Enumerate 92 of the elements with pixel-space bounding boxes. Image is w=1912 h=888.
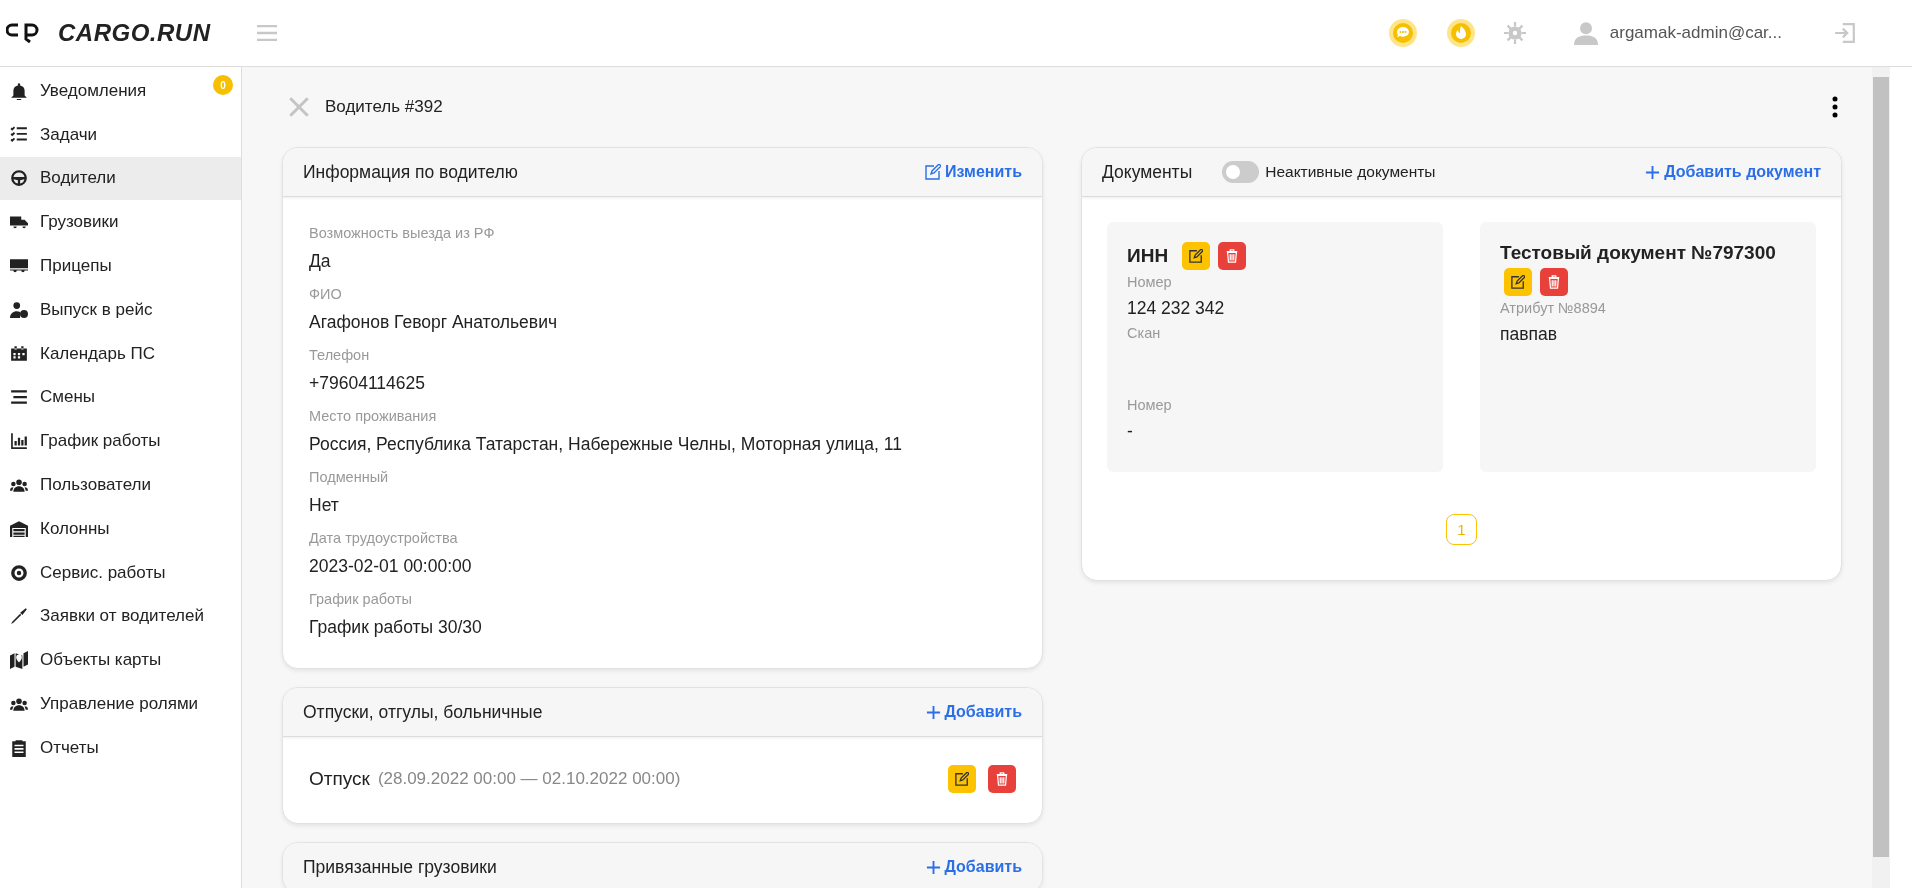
field-value: Нет (309, 495, 340, 516)
scrollbar[interactable] (1872, 67, 1890, 888)
users-icon (10, 695, 28, 714)
user-email[interactable]: argamak-admin@car... (1609, 23, 1782, 43)
sidebar-item[interactable]: Смены (0, 375, 241, 420)
edit-link[interactable]: Изменить (925, 163, 1022, 181)
absence-period: (28.09.2022 00:00 — 02.10.2022 00:00) (377, 769, 681, 789)
steering-wheel-icon (10, 169, 28, 188)
field-label: Номер (1127, 274, 1173, 290)
sidebar-item[interactable]: Водители (0, 156, 241, 201)
sidebar-item[interactable]: Управление ролями (0, 682, 241, 726)
field-value: павпав (1500, 324, 1558, 345)
field-label: Дата трудоустройства (309, 530, 459, 546)
trash-icon (1547, 275, 1561, 289)
add-document-link[interactable]: Добавить документ (1645, 163, 1821, 181)
notification-count: 0 (213, 75, 233, 95)
field-label: Номер (1127, 397, 1173, 413)
toggle-label: Неактивные документы (1265, 163, 1436, 181)
edit-icon (925, 164, 942, 180)
garage-icon (10, 519, 28, 538)
sidebar-item[interactable]: Прицепы (0, 244, 241, 288)
card-title: Документы (1102, 161, 1193, 183)
trash-icon (995, 772, 1009, 786)
field-label: График работы (309, 591, 413, 607)
field-label: Скан (1127, 325, 1162, 341)
sidebar-item[interactable]: Отчеты (0, 725, 241, 770)
field-label: Атрибут №8894 (1500, 300, 1607, 316)
field-value: - (1127, 421, 1134, 442)
sidebar-item[interactable]: Заявки от водителей (0, 594, 241, 639)
edit-icon (955, 772, 969, 786)
calendar-icon (10, 344, 28, 363)
document-title: ИНН (1127, 245, 1169, 267)
field-value: 2023-02-01 00:00:00 (309, 556, 473, 577)
field-value: Агафонов Геворг Анатольевич (309, 312, 559, 333)
field-label: Подменный (309, 469, 390, 485)
sidebar-item[interactable]: Колонны (0, 506, 241, 551)
card-title: Отпуски, отгулы, больничные (303, 701, 543, 723)
sidebar-item[interactable]: Задачи (0, 112, 241, 157)
sidebar-item[interactable]: Объекты карты (0, 638, 241, 683)
map-pin-icon (10, 651, 28, 670)
plus-icon (925, 859, 941, 875)
card-title: Информация по водителю (303, 161, 518, 183)
edit-icon (1511, 275, 1525, 289)
user-icon (1573, 21, 1598, 45)
bar-chart-icon (10, 432, 28, 451)
document-title: Тестовый документ №797300 (1500, 242, 1776, 264)
sidebar-item[interactable]: Грузовики (0, 200, 241, 245)
bell-icon (10, 81, 28, 100)
field-label: ФИО (309, 286, 343, 302)
delete-button[interactable] (988, 765, 1016, 793)
field-label: Телефон (309, 347, 371, 363)
settings-icon[interactable] (1503, 22, 1526, 44)
field-value: Да (309, 251, 332, 272)
field-value: График работы 30/30 (309, 617, 483, 638)
kebab-menu-icon[interactable] (1832, 96, 1838, 118)
absence-type: Отпуск (309, 768, 370, 790)
field-label: Возможность выезда из РФ (309, 225, 496, 241)
sidebar-item[interactable]: Сервис. работы (0, 550, 241, 595)
logout-icon[interactable] (1834, 22, 1856, 44)
screwdriver-icon (10, 607, 28, 626)
field-value: Россия, Республика Татарстан, Набережные Челны, Моторная улица, 11 (309, 434, 903, 455)
delete-button[interactable] (1218, 242, 1247, 270)
sidebar-item[interactable]: Выпуск в рейс (0, 288, 241, 332)
sidebar-item[interactable]: График работы (0, 419, 241, 464)
field-value: 124 232 342 (1127, 298, 1226, 319)
trash-icon (1225, 249, 1240, 263)
clipboard-icon (10, 738, 28, 757)
field-label: Место проживания (309, 408, 438, 424)
chat-bubble-icon[interactable] (1387, 18, 1418, 48)
edit-button[interactable] (948, 765, 976, 793)
toggle-switch[interactable] (1222, 161, 1260, 183)
close-icon[interactable] (289, 97, 309, 117)
menu-icon[interactable] (256, 25, 277, 41)
flame-icon[interactable] (1445, 18, 1476, 48)
add-link[interactable]: Добавить (925, 858, 1022, 876)
plus-icon (925, 704, 941, 720)
field-value: +79604114625 (309, 373, 426, 394)
logo-text: CARGO.RUN (58, 19, 211, 47)
plus-icon (1645, 164, 1661, 180)
delete-button[interactable] (1540, 268, 1568, 296)
users-icon (10, 476, 28, 495)
bars-icon (10, 388, 28, 407)
sidebar-item[interactable]: Пользователи (0, 463, 241, 507)
sidebar-item[interactable]: Календарь ПС (0, 331, 241, 376)
edit-button[interactable] (1504, 268, 1532, 296)
edit-button[interactable] (1182, 242, 1211, 270)
add-link[interactable]: Добавить (925, 703, 1022, 721)
card-title: Привязанные грузовики (303, 856, 497, 878)
page-title: Водитель #392 (325, 97, 443, 117)
edit-icon (1189, 249, 1204, 263)
sidebar-item[interactable]: Уведомления 0 (0, 69, 241, 113)
checklist-icon (10, 125, 28, 144)
